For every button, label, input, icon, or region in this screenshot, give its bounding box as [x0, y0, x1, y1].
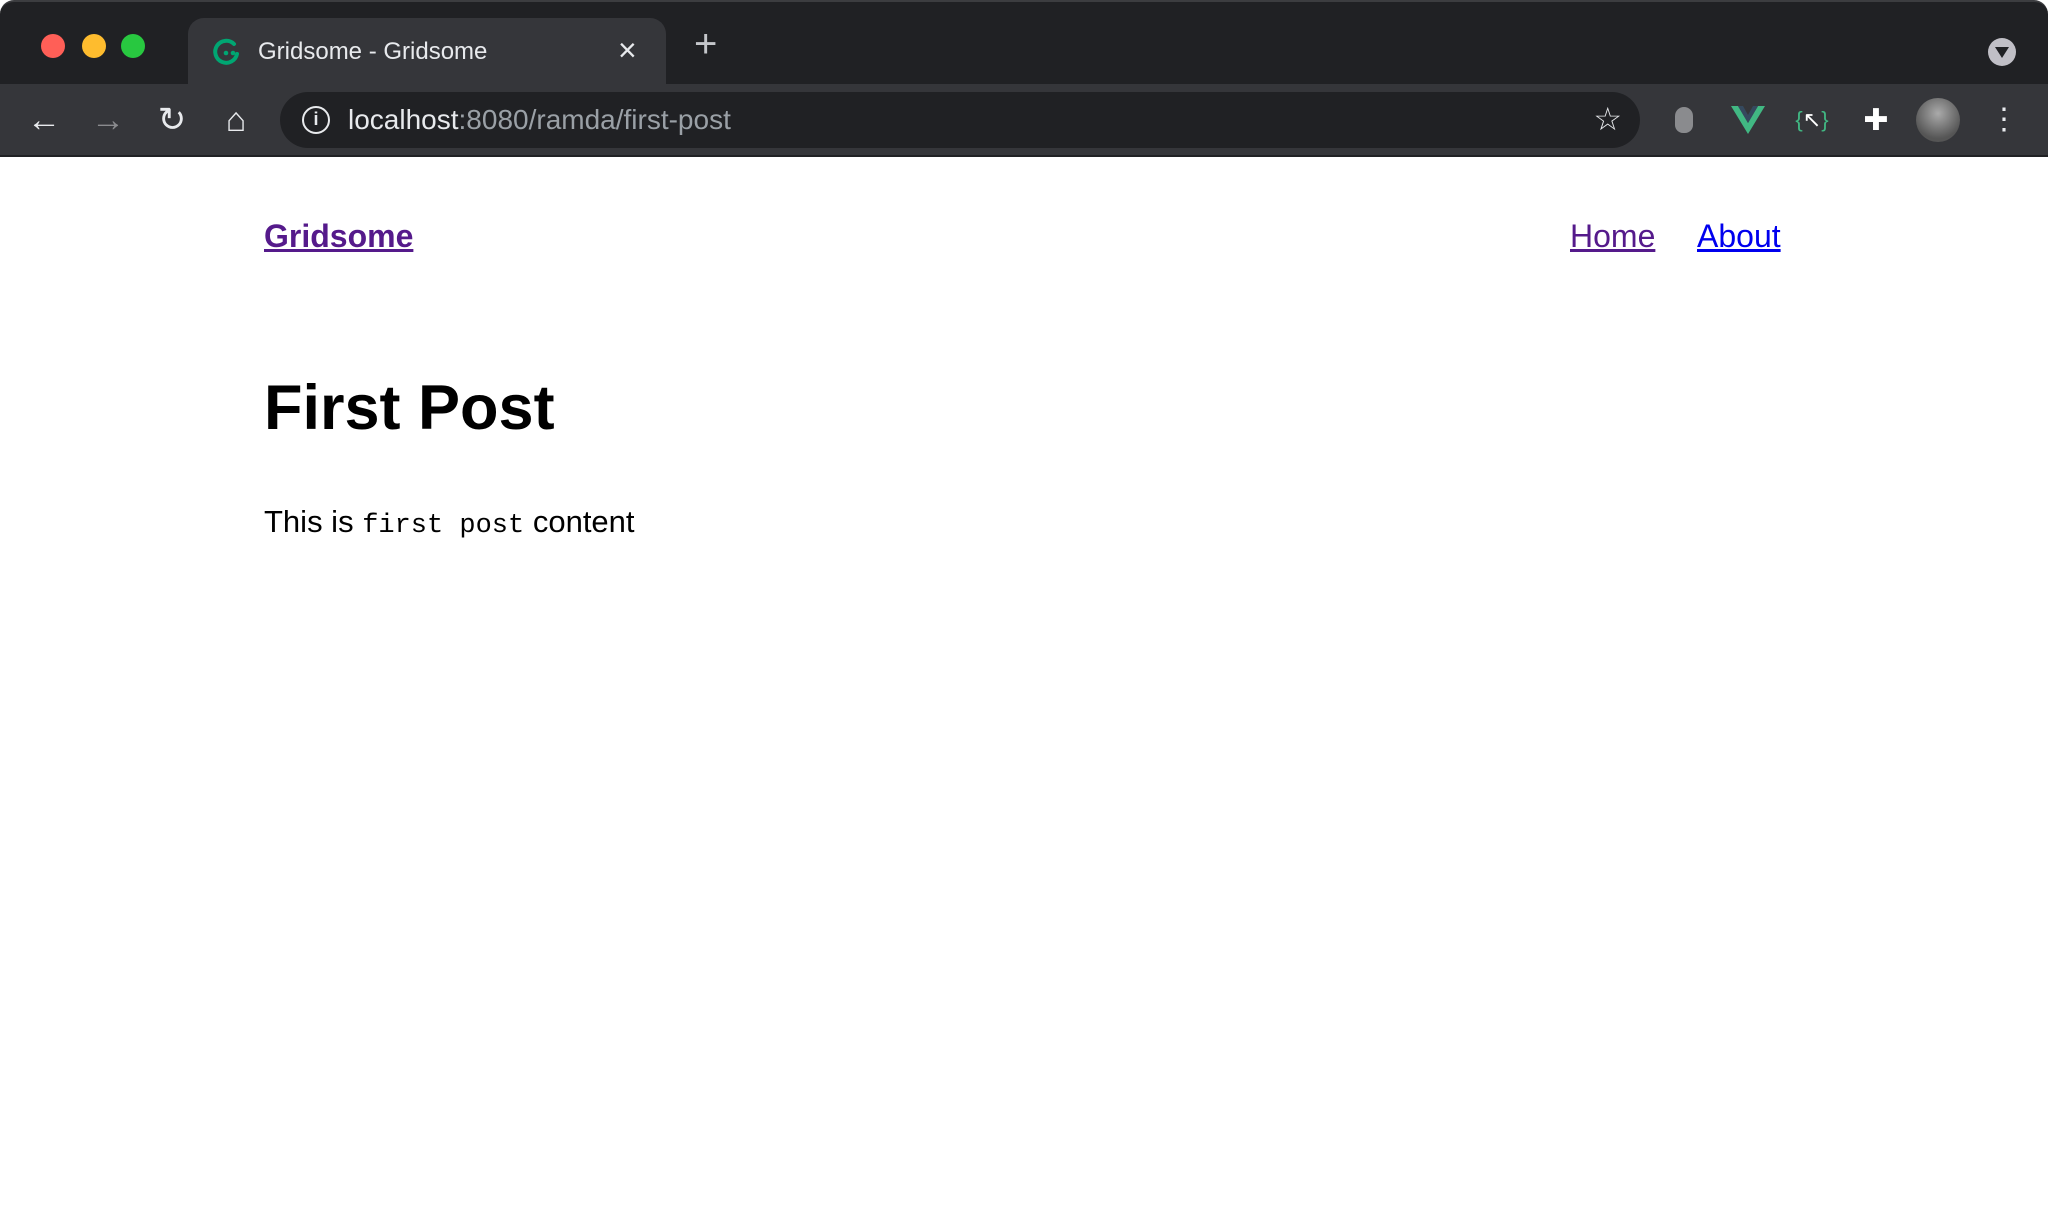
tab-strip: Gridsome - Gridsome × + — [0, 0, 2048, 86]
site-info-icon[interactable]: i — [302, 106, 330, 134]
bookmark-star-icon[interactable]: ☆ — [1593, 100, 1622, 138]
url-text[interactable]: localhost:8080/ramda/first-post — [348, 104, 731, 136]
site-logo-link[interactable]: Gridsome — [264, 218, 413, 255]
home-icon[interactable]: ⌂ — [214, 98, 258, 142]
post-content: This is first post content — [264, 504, 635, 541]
tab-search-icon[interactable] — [1988, 38, 2016, 66]
forward-icon[interactable]: → — [86, 98, 130, 142]
nav-about-link[interactable]: About — [1697, 218, 1781, 255]
close-tab-icon[interactable]: × — [618, 32, 637, 69]
new-tab-button[interactable]: + — [694, 24, 717, 64]
back-icon[interactable]: ← — [22, 98, 66, 142]
maximize-window-button[interactable] — [121, 34, 145, 58]
nav-home-link[interactable]: Home — [1570, 218, 1655, 255]
page-title: First Post — [264, 373, 555, 443]
address-bar[interactable]: i localhost:8080/ramda/first-post ☆ — [280, 92, 1640, 148]
url-path: :8080/ramda/first-post — [458, 104, 731, 135]
extension-icon[interactable] — [1666, 102, 1702, 138]
inline-code: first post — [362, 511, 525, 541]
url-host: localhost — [348, 104, 459, 135]
browser-toolbar: ← → ↻ ⌂ i localhost:8080/ramda/first-pos… — [0, 84, 2048, 157]
tab-active[interactable]: Gridsome - Gridsome × — [188, 18, 666, 86]
menu-kebab-icon[interactable]: ⋮ — [1982, 98, 2026, 142]
reload-icon[interactable]: ↻ — [150, 98, 194, 142]
tab-title: Gridsome - Gridsome — [258, 38, 488, 65]
vue-devtools-icon[interactable] — [1730, 102, 1766, 138]
page-content: Gridsome Home About First Post This is f… — [0, 157, 2048, 1230]
close-window-button[interactable] — [41, 34, 65, 58]
profile-avatar[interactable] — [1916, 98, 1960, 142]
minimize-window-button[interactable] — [82, 34, 106, 58]
code-selector-extension-icon[interactable]: {↖} — [1794, 102, 1830, 138]
gridsome-favicon-icon — [213, 38, 239, 65]
extensions-puzzle-icon[interactable]: ✚ — [1858, 102, 1894, 138]
content-text: content — [524, 504, 635, 539]
content-text: This is — [264, 504, 363, 539]
